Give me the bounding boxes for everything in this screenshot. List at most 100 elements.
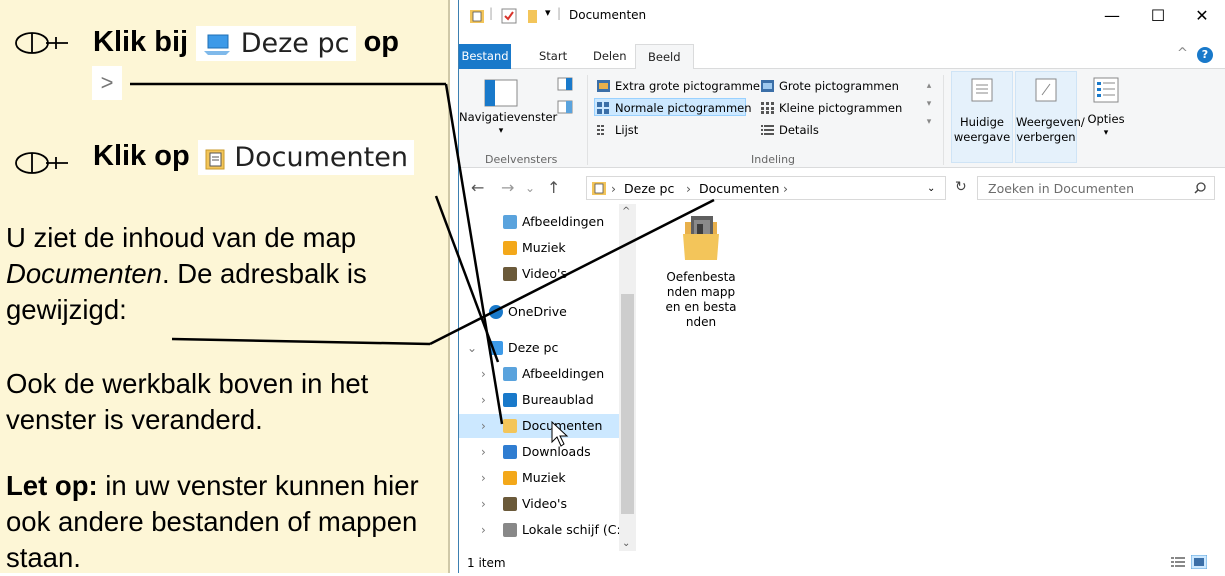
maximize-button[interactable]: ☐	[1135, 0, 1181, 32]
layout-scroll[interactable]: ▴ ▾ ▾	[923, 77, 935, 131]
breadcrumb-chevron-icon[interactable]: ›	[783, 181, 788, 196]
search-icon[interactable]	[1194, 182, 1206, 194]
scroll-thumb[interactable]	[621, 294, 634, 514]
sidebar-item-downloads[interactable]: › Downloads	[459, 440, 619, 464]
navigation-scrollbar[interactable]: ^ ⌄	[619, 204, 636, 551]
details-view-icon[interactable]	[1171, 556, 1185, 569]
quick-access-dropdown-icon[interactable]: ▾	[545, 6, 551, 19]
breadcrumb-this-pc[interactable]: Deze pc	[624, 181, 674, 196]
sidebar-item-bureaublad[interactable]: › Bureaublad	[459, 388, 619, 412]
show-hide-button[interactable]: Weergeven/ verbergen	[1015, 71, 1085, 163]
scroll-up-icon[interactable]: ^	[622, 206, 630, 217]
tab-delen[interactable]: Delen	[581, 44, 639, 69]
tab-bestand[interactable]: Bestand	[459, 44, 511, 69]
show-hide-icon	[1035, 78, 1057, 102]
collapsed-chevron-icon[interactable]: ›	[481, 414, 486, 438]
navigation-pane: Afbeeldingen Muziek Video's OneDrive ⌄ Deze p…	[459, 204, 637, 551]
collapsed-chevron-icon[interactable]: ›	[481, 518, 486, 542]
folder-item[interactable]: Oefenbestanden mappen en bestanden	[659, 214, 743, 330]
large-icons-icon	[761, 80, 774, 92]
large-icons-option[interactable]: Grote pictogrammen	[759, 77, 899, 95]
address-row: ← → ⌄ ↑ › Deze pc › Documenten › ⌄ ↻ Zoe…	[459, 174, 1225, 202]
documents-icon	[205, 149, 225, 169]
large-icons-view-icon[interactable]	[1191, 555, 1207, 569]
up-arrow-icon[interactable]: ↑	[547, 178, 560, 197]
preview-pane-icon[interactable]	[557, 77, 573, 91]
desktop-icon	[503, 393, 517, 407]
explorer-window: | ▾ | Documenten — ☐ ✕ Bestand Start Del…	[458, 0, 1225, 573]
options-button[interactable]: Opties ▾	[1083, 71, 1129, 163]
option-label: Lijst	[615, 123, 639, 137]
list-option[interactable]: Lijst	[595, 121, 638, 139]
sidebar-item-label: Video's	[522, 496, 567, 511]
documents-icon	[503, 419, 517, 433]
result-paragraph: U ziet de inhoud van de map Documenten. …	[6, 222, 367, 325]
recent-locations-icon[interactable]: ⌄	[525, 181, 535, 195]
address-bar[interactable]: › Deze pc › Documenten › ⌄	[586, 176, 946, 200]
breadcrumb-chevron-icon[interactable]: ›	[611, 181, 616, 196]
forward-arrow-icon[interactable]: →	[501, 178, 514, 197]
collapsed-chevron-icon[interactable]: ›	[481, 466, 486, 490]
back-arrow-icon[interactable]: ←	[471, 178, 484, 197]
current-view-icon	[971, 78, 993, 102]
expanded-chevron-icon[interactable]: ⌄	[467, 336, 477, 360]
address-dropdown-icon[interactable]: ⌄	[927, 183, 935, 194]
sidebar-item-documenten[interactable]: › Documenten	[459, 414, 619, 438]
collapsed-chevron-icon[interactable]: ›	[481, 492, 486, 516]
item-count: 1 item	[467, 556, 506, 570]
breadcrumb-chevron-icon[interactable]: ›	[686, 181, 691, 196]
sidebar-item-muziek[interactable]: Muziek	[459, 236, 619, 260]
option-label: Grote pictogrammen	[779, 79, 899, 93]
tab-beeld[interactable]: Beeld	[635, 44, 694, 70]
pointing-finger-icon	[15, 152, 68, 174]
sidebar-item-afbeeldingen[interactable]: Afbeeldingen	[459, 210, 619, 234]
sidebar-item-label: Afbeeldingen	[522, 366, 605, 381]
local-disk-icon	[503, 523, 517, 537]
sidebar-item-label: Video's	[522, 266, 567, 281]
sidebar-item-video-s[interactable]: Video's	[459, 262, 619, 286]
sidebar-item-label: Documenten	[522, 418, 603, 433]
small-icons-option[interactable]: Kleine pictogrammen	[759, 99, 902, 117]
extra-large-icons-option[interactable]: Extra grote pictogrammen	[595, 77, 767, 95]
title-separator: |	[489, 6, 494, 20]
folder-icon	[683, 216, 719, 260]
breadcrumb-documents[interactable]: Documenten	[699, 181, 779, 196]
properties-icon[interactable]	[501, 8, 517, 24]
new-folder-icon[interactable]	[523, 8, 539, 24]
collapsed-chevron-icon[interactable]: ›	[481, 440, 486, 464]
medium-icons-option[interactable]: Normale pictogrammen	[594, 98, 752, 116]
step-1-text: Klik bij Deze pc op	[93, 26, 399, 61]
small-icons-icon	[761, 102, 774, 114]
navigation-pane-button[interactable]: Navigatievenster ▾	[459, 75, 557, 145]
computer-icon	[204, 34, 231, 55]
details-pane-icon[interactable]	[557, 100, 573, 114]
details-option[interactable]: Details	[759, 121, 819, 139]
sidebar-item-muziek[interactable]: › Muziek	[459, 466, 619, 490]
help-icon[interactable]: ?	[1197, 47, 1213, 63]
toolbar-paragraph: Ook de werkbalk boven in het venster is …	[6, 368, 369, 435]
collapse-ribbon-icon[interactable]: ^	[1177, 46, 1188, 61]
option-label: Kleine pictogrammen	[779, 101, 903, 115]
collapsed-chevron-icon[interactable]: ›	[481, 362, 486, 386]
group-label-layout: Indeling	[751, 153, 796, 166]
sidebar-item-lokale-schijf-c-[interactable]: › Lokale schijf (C:)	[459, 518, 626, 542]
sidebar-item-afbeeldingen[interactable]: › Afbeeldingen	[459, 362, 619, 386]
sidebar-item-video-s[interactable]: › Video's	[459, 492, 619, 516]
pictures-icon	[503, 215, 517, 229]
collapsed-chevron-icon[interactable]: ›	[481, 388, 486, 412]
step-2-text: Klik op Documenten	[93, 140, 414, 175]
current-view-button[interactable]: Huidige weergave	[951, 71, 1013, 163]
scroll-down-icon[interactable]: ⌄	[622, 538, 630, 549]
sidebar-item-label: Deze pc	[508, 340, 559, 355]
list-icon	[597, 125, 604, 135]
minimize-button[interactable]: —	[1089, 0, 1135, 32]
sidebar-item-onedrive[interactable]: OneDrive	[459, 300, 619, 324]
instruction-panel: Klik bij Deze pc op > Klik op Documenten	[0, 0, 450, 573]
chevron-right-icon: >	[92, 66, 122, 100]
close-button[interactable]: ✕	[1179, 0, 1225, 32]
status-bar: 1 item	[459, 551, 1225, 573]
tab-start[interactable]: Start	[527, 44, 579, 69]
search-input[interactable]: Zoeken in Documenten	[977, 176, 1215, 200]
sidebar-item-deze-pc[interactable]: ⌄ Deze pc	[459, 336, 619, 360]
refresh-icon[interactable]: ↻	[955, 179, 967, 195]
